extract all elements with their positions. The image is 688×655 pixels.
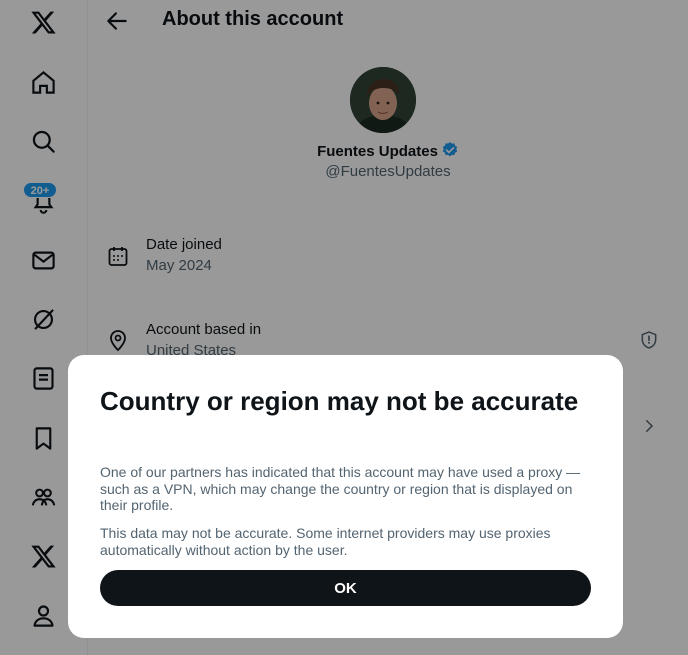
accuracy-dialog: Country or region may not be accurate On…	[68, 355, 623, 638]
dialog-title: Country or region may not be accurate	[100, 386, 579, 416]
dialog-body-proxy: One of our partners has indicated that t…	[100, 464, 581, 513]
ok-button[interactable]: OK	[100, 570, 591, 606]
dialog-body-disclaimer: This data may not be accurate. Some inte…	[100, 525, 551, 558]
